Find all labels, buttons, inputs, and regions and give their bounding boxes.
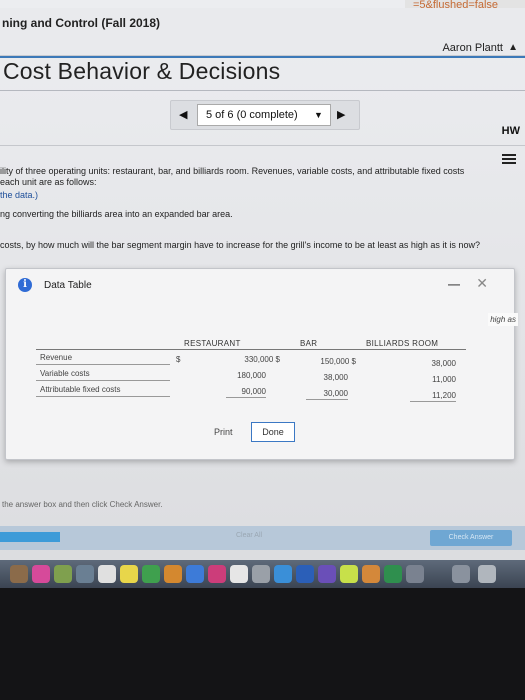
photos-icon[interactable] [32, 565, 50, 583]
question-line-1: ility of three operating units: restaura… [0, 166, 465, 176]
notes-icon[interactable] [120, 565, 138, 583]
question-pager: ◀ 5 of 6 (0 complete) ▼ ▶ [170, 100, 360, 130]
word-icon[interactable] [296, 565, 314, 583]
maps-icon[interactable] [54, 565, 72, 583]
done-button[interactable]: Done [251, 422, 295, 442]
header-rule [36, 349, 466, 350]
info-icon: i [18, 278, 32, 292]
table-cell: 150,000 $ [320, 357, 356, 366]
ibooks-icon[interactable] [230, 565, 248, 583]
table-cell: 38,000 [323, 373, 348, 382]
table-cell: 11,200 [410, 391, 456, 402]
course-title: ning and Control (Fall 2018) [2, 16, 161, 30]
menu-icon[interactable] [502, 154, 516, 166]
finder-icon[interactable] [10, 565, 28, 583]
browser-screen: =5&flushed=false ning and Control (Fall … [0, 0, 525, 560]
downloads-icon[interactable] [452, 565, 470, 583]
question-line-4: ng converting the billiards area into an… [0, 209, 233, 219]
question-select[interactable]: 5 of 6 (0 complete) ▼ [197, 104, 331, 126]
progress-bar [0, 532, 60, 542]
action-bar: Clear All Check Answer [0, 526, 525, 550]
question-status: 5 of 6 (0 complete) [206, 109, 298, 121]
question-line-5: costs, by how much will the bar segment … [0, 240, 480, 250]
page-title: Cost Behavior & Decisions [3, 58, 281, 84]
trash-icon[interactable] [478, 565, 496, 583]
numbers-icon[interactable] [142, 565, 160, 583]
keynote-icon[interactable] [164, 565, 182, 583]
row-label: Revenue [40, 353, 73, 362]
table-cell: 90,000 [226, 387, 266, 398]
onenote-icon[interactable] [318, 565, 336, 583]
table-cell: 38,000 [431, 359, 456, 368]
row-rule [36, 380, 170, 381]
data-table: RESTAURANT BAR BILLIARDS ROOM Revenue $ … [36, 339, 466, 409]
calendar-icon[interactable] [98, 565, 116, 583]
title-divider [0, 90, 525, 91]
contacts-icon[interactable] [76, 565, 94, 583]
row-rule [36, 396, 170, 397]
safari-icon[interactable] [274, 565, 292, 583]
user-icon[interactable]: ▲ [508, 42, 518, 53]
table-cell: 330,000 $ [244, 355, 280, 364]
data-table-dialog: i Data Table — ✕ high as RESTAURANT BAR … [5, 268, 518, 460]
minimize-button[interactable]: — [448, 277, 460, 291]
question-line-2: each unit are as follows: [0, 177, 97, 187]
row-label: Attributable fixed costs [40, 385, 121, 394]
table-cell: 180,000 [237, 371, 266, 380]
hw-label: HW [501, 125, 520, 137]
appstore-icon[interactable] [186, 565, 204, 583]
triangle-left-icon[interactable]: ◀ [179, 108, 187, 121]
powerpoint-icon[interactable] [362, 565, 380, 583]
column-header: BILLIARDS ROOM [366, 339, 439, 348]
table-cell: 11,000 [432, 375, 456, 384]
row-label: Variable costs [40, 369, 90, 378]
chrome-icon[interactable] [340, 565, 358, 583]
app-icon[interactable] [406, 565, 424, 583]
close-icon[interactable]: ✕ [476, 275, 488, 292]
side-note: high as [488, 313, 518, 326]
instruction-hint: the answer box and then click Check Answ… [2, 500, 163, 509]
user-name[interactable]: Aaron Plantt [442, 42, 503, 54]
column-header: RESTAURANT [184, 339, 241, 348]
row-rule [36, 364, 170, 365]
data-link[interactable]: the data.) [0, 190, 38, 200]
course-header: ning and Control (Fall 2018) Aaron Plant… [0, 8, 525, 56]
app-dock [0, 560, 525, 588]
print-button[interactable]: Print [214, 427, 233, 437]
check-answer-button[interactable]: Check Answer [430, 530, 512, 546]
currency-symbol: $ [176, 355, 181, 364]
dialog-title: Data Table [44, 280, 92, 291]
excel-icon[interactable] [384, 565, 402, 583]
triangle-right-icon[interactable]: ▶ [337, 108, 345, 121]
chevron-down-icon: ▼ [314, 110, 323, 120]
dialog-header: i Data Table — ✕ [6, 269, 514, 297]
itunes-icon[interactable] [208, 565, 226, 583]
table-cell: 30,000 [306, 389, 348, 400]
clear-all-button[interactable]: Clear All [236, 532, 262, 539]
laptop-bezel [0, 588, 525, 700]
settings-icon[interactable] [252, 565, 270, 583]
column-header: BAR [300, 339, 318, 348]
